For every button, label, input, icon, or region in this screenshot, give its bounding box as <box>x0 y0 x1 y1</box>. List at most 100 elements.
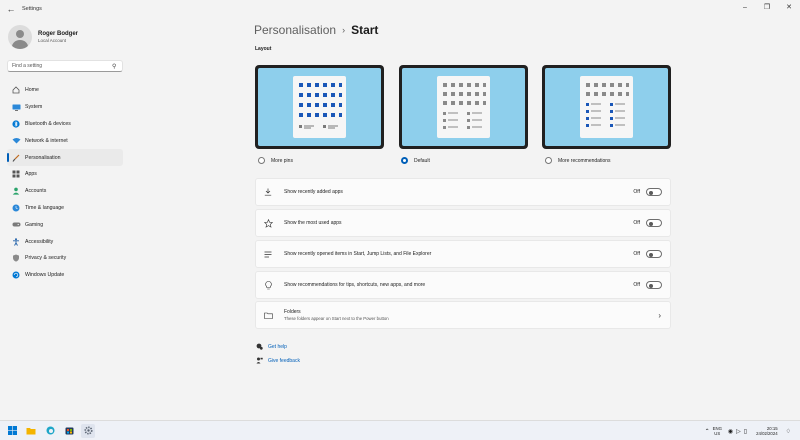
chevron-right-icon: › <box>658 310 661 320</box>
get-help-link[interactable]: Get help <box>255 343 287 350</box>
notification-bell-icon[interactable]: ♢ <box>786 428 791 435</box>
star-icon <box>261 218 275 228</box>
update-icon <box>11 271 21 279</box>
sidebar-item-label: Accounts <box>25 188 47 195</box>
toggle-switch[interactable] <box>646 188 662 196</box>
search-icon: ⚲ <box>112 63 117 70</box>
sidebar-item-accounts[interactable]: Accounts <box>7 183 123 200</box>
search-input[interactable]: Find a setting ⚲ <box>7 60 123 72</box>
close-button[interactable]: ✕ <box>778 0 800 14</box>
minimize-button[interactable]: – <box>734 0 756 14</box>
toggle-state-text: Off <box>633 220 640 226</box>
profile-account-type: Local Account <box>38 38 67 43</box>
sidebar-item-time-language[interactable]: Time & language <box>7 200 123 217</box>
network-icon[interactable]: ◉ <box>728 428 733 435</box>
breadcrumb-parent[interactable]: Personalisation <box>254 23 336 37</box>
avatar <box>8 25 32 49</box>
accessibility-icon <box>11 237 21 246</box>
setting-label: Folders <box>284 309 301 315</box>
breadcrumb: Personalisation › Start <box>254 23 378 37</box>
setting-label: Show recently opened items in Start, Jum… <box>284 251 432 257</box>
language-indicator[interactable]: ENG US <box>713 426 722 436</box>
layout-option-more-pins[interactable]: More pins <box>258 157 293 164</box>
sidebar-item-label: Gaming <box>25 221 44 228</box>
battery-icon[interactable]: ▯ <box>744 428 747 435</box>
sidebar-item-label: Bluetooth & devices <box>25 120 71 127</box>
toggle-switch[interactable] <box>646 219 662 227</box>
sidebar-item-bluetooth[interactable]: Bluetooth & devices <box>7 116 123 133</box>
person-icon <box>11 187 21 195</box>
volume-icon[interactable]: ▷ <box>736 428 741 435</box>
title-bar: ← Settings – ❐ ✕ <box>0 0 800 18</box>
brush-icon <box>11 154 21 162</box>
sidebar-item-personalisation[interactable]: Personalisation <box>7 149 123 166</box>
toggle-state-text: Off <box>633 189 640 195</box>
sidebar-item-windows-update[interactable]: Windows Update <box>7 267 123 284</box>
radio-label: More recommendations <box>558 157 611 164</box>
sidebar-item-network[interactable]: Network & internet <box>7 132 123 149</box>
layout-preview-more-recommendations[interactable] <box>542 65 671 149</box>
gamepad-icon <box>11 221 21 229</box>
setting-recently-opened-items[interactable]: Show recently opened items in Start, Jum… <box>255 240 671 268</box>
layout-option-default[interactable]: Default <box>401 157 430 164</box>
clock-date: 24/02/2024 <box>756 431 778 436</box>
sidebar-item-label: Accessibility <box>25 238 54 245</box>
sidebar-item-label: System <box>25 104 43 111</box>
radio-button[interactable] <box>258 157 265 164</box>
layout-option-more-recommendations[interactable]: More recommendations <box>545 157 611 164</box>
setting-label: Show recently added apps <box>284 189 343 195</box>
clock[interactable]: 20:15 24/02/2024 <box>756 426 778 437</box>
windows-start-icon[interactable] <box>5 424 19 438</box>
settings-gear-icon[interactable] <box>81 423 95 438</box>
system-icon <box>11 103 21 111</box>
toggle-switch[interactable] <box>646 281 662 289</box>
bluetooth-icon <box>11 120 21 128</box>
layout-section-label: Layout <box>255 46 272 52</box>
edge-browser-icon[interactable] <box>43 424 57 438</box>
sidebar-item-privacy[interactable]: Privacy & security <box>7 250 123 267</box>
sidebar-item-label: Home <box>25 87 39 94</box>
download-icon <box>261 188 275 196</box>
radio-label: Default <box>414 157 430 164</box>
radio-button[interactable] <box>545 157 552 164</box>
toggle-switch[interactable] <box>646 250 662 258</box>
globe-clock-icon <box>11 204 21 212</box>
sidebar-item-home[interactable]: Home <box>7 82 123 99</box>
chevron-right-icon: › <box>342 25 346 35</box>
store-icon[interactable] <box>62 424 76 438</box>
setting-most-used-apps[interactable]: Show the most used apps Off <box>255 209 671 237</box>
layout-preview-default[interactable] <box>399 65 528 149</box>
lightbulb-icon <box>261 280 275 290</box>
sidebar-nav: Home System Bluetooth & devices Network … <box>7 82 123 284</box>
setting-recently-added-apps[interactable]: Show recently added apps Off <box>255 178 671 206</box>
give-feedback-link[interactable]: Give feedback <box>255 357 300 364</box>
maximize-button[interactable]: ❐ <box>756 0 778 14</box>
sidebar-item-system[interactable]: System <box>7 99 123 116</box>
sidebar-item-label: Privacy & security <box>25 255 67 262</box>
sidebar-item-label: Network & internet <box>25 137 68 144</box>
region-code: US <box>714 431 721 436</box>
user-profile[interactable]: Roger Bodger Local Account <box>8 25 78 49</box>
setting-description: These folders appear on Start next to th… <box>284 316 389 321</box>
system-tray: ⌃ ENG US ◉ ▷ ▯ 20:15 24/02/2024 ♢ <box>705 421 794 440</box>
settings-window: ← Settings – ❐ ✕ Roger Bodger Local Acco… <box>0 0 800 420</box>
toggle-state-text: Off <box>633 251 640 257</box>
radio-button-selected[interactable] <box>401 157 408 164</box>
setting-recommendations-tips[interactable]: Show recommendations for tips, shortcuts… <box>255 271 671 299</box>
file-explorer-icon[interactable] <box>24 424 38 438</box>
get-help-label: Get help <box>268 343 287 350</box>
layout-preview-more-pins[interactable] <box>255 65 384 149</box>
taskbar: ⌃ ENG US ◉ ▷ ▯ 20:15 24/02/2024 ♢ <box>0 420 800 440</box>
sidebar-item-apps[interactable]: Apps <box>7 166 123 183</box>
wifi-icon <box>11 137 21 145</box>
help-icon <box>255 343 263 350</box>
back-arrow-icon[interactable]: ← <box>4 2 18 16</box>
setting-label: Show the most used apps <box>284 220 342 226</box>
chevron-up-icon[interactable]: ⌃ <box>705 428 710 435</box>
setting-folders[interactable]: Folders These folders appear on Start ne… <box>255 301 671 329</box>
sidebar-item-label: Time & language <box>25 204 65 211</box>
sidebar-item-gaming[interactable]: Gaming <box>7 216 123 233</box>
shield-icon <box>11 254 21 262</box>
sidebar-item-accessibility[interactable]: Accessibility <box>7 233 123 250</box>
sidebar-item-label: Personalisation <box>25 154 61 161</box>
